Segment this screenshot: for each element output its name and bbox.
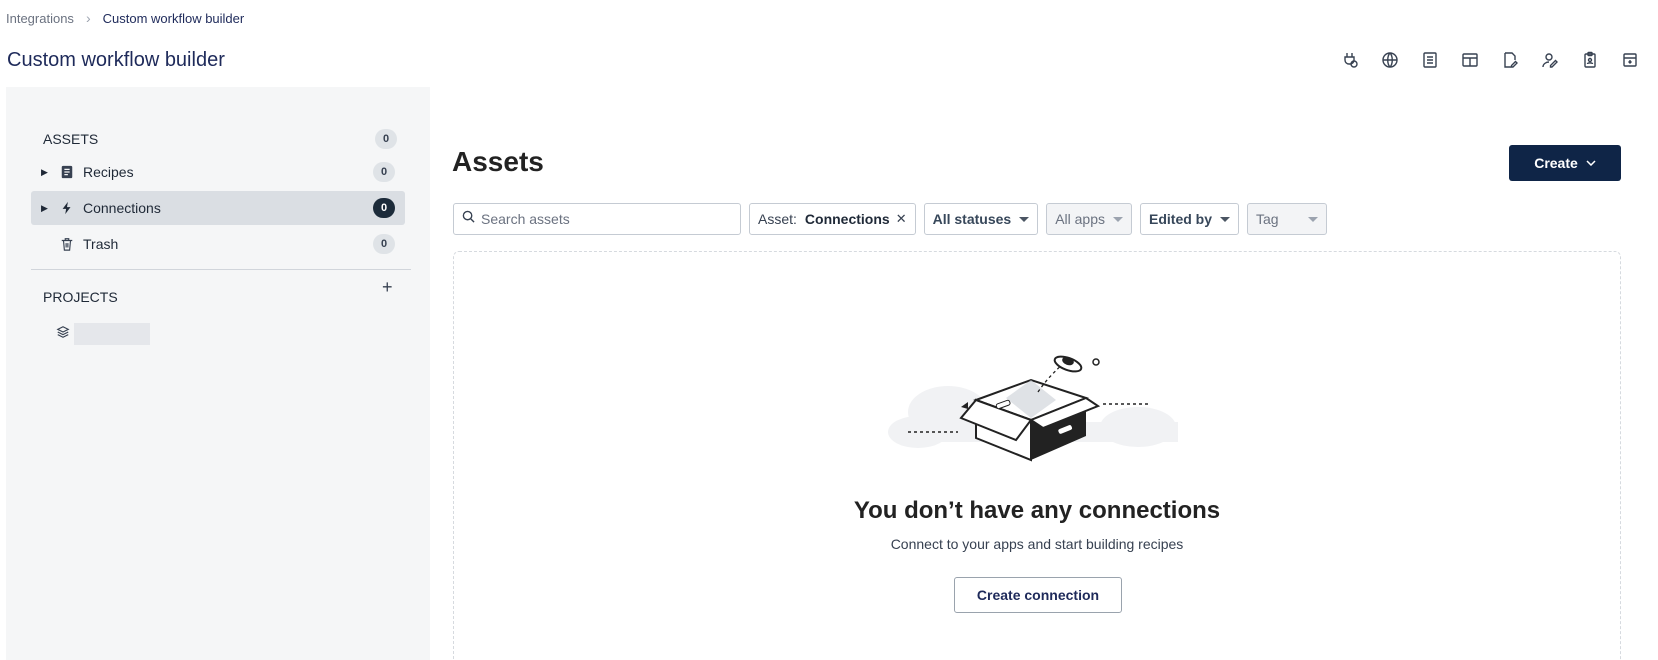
- filter-bar: Asset: Connections ✕ All statuses All ap…: [453, 203, 1328, 235]
- sidebar-item-label: Recipes: [83, 164, 134, 180]
- page-title: Custom workflow builder: [7, 49, 225, 71]
- archive-icon[interactable]: [1610, 48, 1650, 72]
- sidebar-item-trash[interactable]: Trash 0: [31, 227, 405, 261]
- caret-right-icon[interactable]: ▶: [41, 167, 53, 178]
- globe-icon[interactable]: [1370, 48, 1410, 72]
- search-icon: [462, 210, 475, 228]
- create-button-label: Create: [1534, 155, 1578, 171]
- asset-filter-value: Connections: [804, 211, 890, 227]
- sidebar: ASSETS 0 ▶ Recipes 0 ▶ Connections 0 Tra…: [6, 87, 430, 660]
- recipes-count-badge: 0: [373, 162, 395, 182]
- connections-count-badge: 0: [373, 198, 395, 218]
- assets-label: ASSETS: [43, 131, 99, 147]
- breadcrumb-chevron-icon: ›: [85, 10, 91, 26]
- project-item[interactable]: [56, 323, 150, 345]
- status-filter-label: All statuses: [932, 211, 1012, 227]
- plug-icon[interactable]: [1330, 48, 1370, 72]
- caret-right-icon[interactable]: ▶: [41, 203, 53, 214]
- caret-down-icon: [1113, 216, 1123, 222]
- projects-section-header: PROJECTS: [43, 289, 343, 305]
- empty-box-illustration: [888, 355, 1178, 462]
- caret-down-icon: [1019, 216, 1030, 222]
- header-toolbar: [1330, 48, 1650, 72]
- table-icon[interactable]: [1450, 48, 1490, 72]
- sidebar-item-label: Connections: [83, 200, 161, 216]
- edited-by-filter-dropdown[interactable]: Edited by: [1140, 203, 1240, 235]
- assets-section-header: ASSETS 0: [43, 129, 397, 149]
- caret-down-icon: [1308, 216, 1319, 222]
- asset-filter-prefix: Asset:: [758, 211, 797, 227]
- empty-state-card: You don’t have any connections Connect t…: [453, 251, 1621, 660]
- main-title: Assets: [452, 146, 544, 177]
- asset-filter-chip[interactable]: Asset: Connections ✕: [749, 203, 916, 235]
- status-filter-dropdown[interactable]: All statuses: [923, 203, 1039, 235]
- edited-by-filter-label: Edited by: [1149, 211, 1213, 227]
- trash-count-badge: 0: [373, 234, 395, 254]
- search-box[interactable]: [453, 203, 741, 235]
- list-icon[interactable]: [1410, 48, 1450, 72]
- empty-state-title: You don’t have any connections: [853, 497, 1221, 524]
- layers-icon: [56, 325, 70, 344]
- apps-filter-dropdown[interactable]: All apps: [1046, 203, 1132, 235]
- chevron-down-icon: [1586, 158, 1596, 169]
- breadcrumb: Integrations › Custom workflow builder: [6, 10, 244, 26]
- apps-filter-label: All apps: [1055, 211, 1105, 227]
- lightning-icon: [59, 200, 75, 216]
- create-connection-button[interactable]: Create connection: [954, 577, 1122, 613]
- projects-label: PROJECTS: [43, 289, 118, 305]
- sidebar-divider: [31, 269, 411, 270]
- breadcrumb-integrations-link[interactable]: Integrations: [6, 11, 74, 26]
- user-edit-icon[interactable]: [1530, 48, 1570, 72]
- sidebar-item-connections[interactable]: ▶ Connections 0: [31, 191, 405, 225]
- empty-state-subtitle: Connect to your apps and start building …: [890, 536, 1184, 552]
- recipe-icon: [59, 164, 75, 180]
- tag-filter-label: Tag: [1256, 211, 1279, 227]
- close-icon[interactable]: ✕: [896, 211, 907, 227]
- caret-down-icon: [1220, 216, 1231, 222]
- trash-icon: [59, 236, 75, 252]
- tag-filter-dropdown[interactable]: Tag: [1247, 203, 1328, 235]
- create-button[interactable]: Create: [1509, 145, 1621, 181]
- breadcrumb-current: Custom workflow builder: [102, 10, 245, 26]
- add-project-button[interactable]: +: [382, 277, 393, 298]
- sidebar-item-recipes[interactable]: ▶ Recipes 0: [31, 155, 405, 189]
- assets-count-badge: 0: [375, 129, 397, 149]
- file-edit-icon[interactable]: [1490, 48, 1530, 72]
- search-input[interactable]: [481, 211, 721, 227]
- clipboard-icon[interactable]: [1570, 48, 1610, 72]
- project-name-placeholder: [74, 323, 150, 345]
- sidebar-item-label: Trash: [83, 236, 119, 252]
